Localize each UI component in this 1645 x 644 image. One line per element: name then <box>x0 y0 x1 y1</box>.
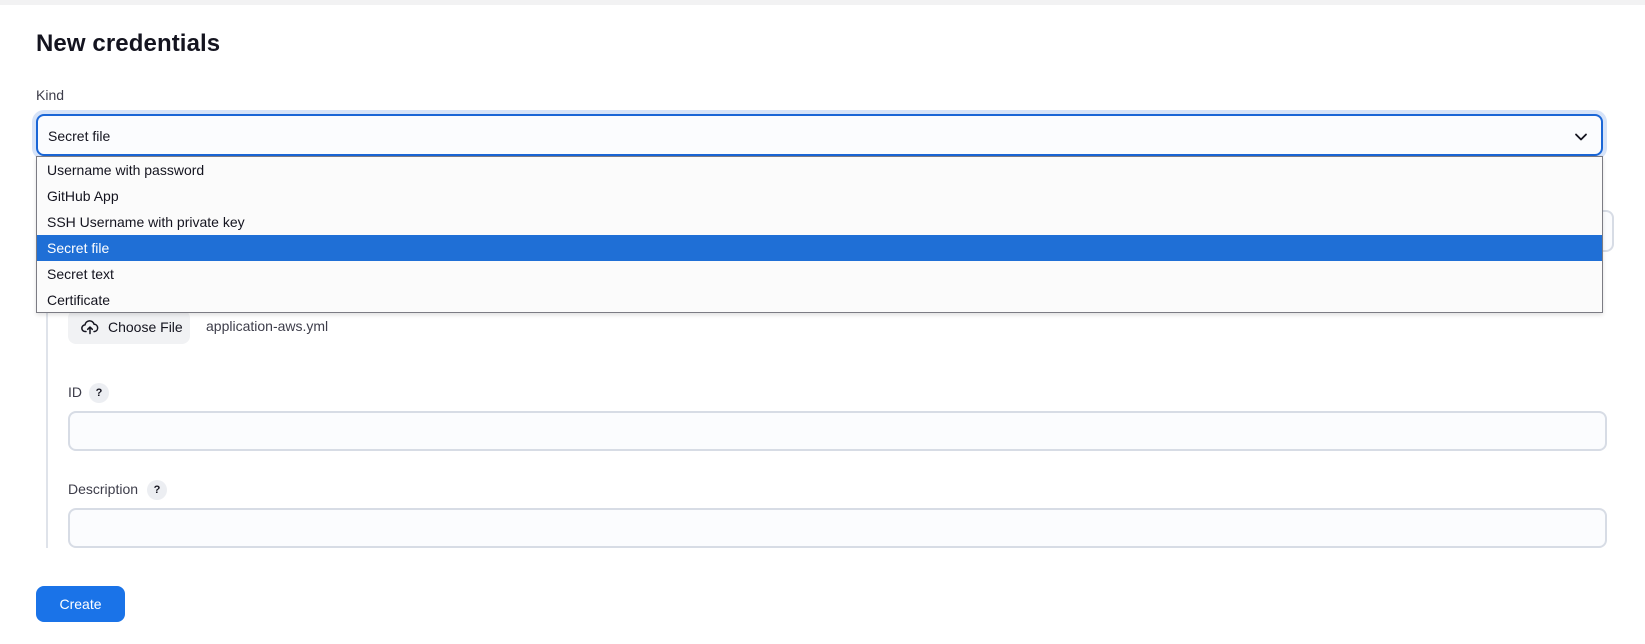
kind-select-value: Secret file <box>48 128 111 144</box>
kind-option-secret-text[interactable]: Secret text <box>37 261 1602 287</box>
kind-label: Kind <box>36 87 65 103</box>
kind-option-secret-file[interactable]: Secret file <box>37 235 1602 261</box>
kind-option-github-app[interactable]: GitHub App <box>37 183 1602 209</box>
description-label: Description <box>68 481 139 497</box>
id-label: ID <box>68 384 82 400</box>
kind-option-ssh-private-key[interactable]: SSH Username with private key <box>37 209 1602 235</box>
kind-select[interactable]: Secret file <box>36 114 1603 156</box>
chevron-down-icon <box>1575 133 1587 141</box>
id-input[interactable] <box>68 411 1607 451</box>
selected-file-name: application-aws.yml <box>206 318 329 334</box>
kind-dropdown-list: Username with password GitHub App SSH Us… <box>36 156 1603 313</box>
page-title: New credentials <box>36 30 221 57</box>
create-button[interactable]: Create <box>36 586 125 622</box>
choose-file-label: Choose File <box>108 319 183 335</box>
choose-file-button[interactable]: Choose File <box>68 310 190 344</box>
description-help-icon[interactable]: ? <box>147 480 167 500</box>
description-input[interactable] <box>68 508 1607 548</box>
cloud-upload-icon <box>81 320 99 335</box>
kind-option-username-password[interactable]: Username with password <box>37 157 1602 183</box>
top-bar-strip <box>0 0 1645 5</box>
id-help-icon[interactable]: ? <box>89 383 109 403</box>
kind-option-certificate[interactable]: Certificate <box>37 287 1602 313</box>
